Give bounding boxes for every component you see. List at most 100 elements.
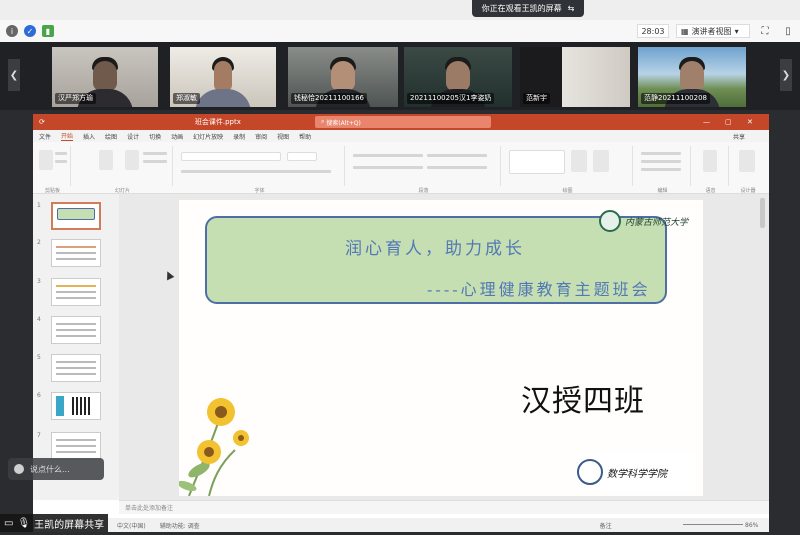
ribbon-label: 设计器 (740, 188, 756, 194)
share-button[interactable]: 共享 (733, 132, 745, 141)
status-accessibility[interactable]: 辅助功能: 调查 (160, 521, 200, 530)
participant-tile[interactable]: 汉严郑方瑜 (52, 47, 158, 107)
menu-transitions[interactable]: 切换 (149, 132, 161, 141)
slide-thumbnail-pane: 1 2 3 4 5 6 7 (33, 194, 119, 500)
screen-share-label: ▭ 🎙 王凯的屏幕共享 (0, 514, 109, 532)
ppt-file-name: 班会课件.pptx (194, 118, 241, 126)
view-mode-select[interactable]: ▦ 演讲者视图 ▾ (676, 24, 750, 38)
menu-record[interactable]: 录制 (233, 132, 245, 141)
autosave-label: ⟳ (39, 118, 45, 126)
school-logo: 数学科学学院 (577, 452, 695, 492)
university-seal-icon (599, 210, 621, 232)
class-name-text[interactable]: 汉授四班 (521, 376, 645, 420)
mic-icon: 🎙 (17, 517, 31, 529)
menu-insert[interactable]: 插入 (83, 132, 95, 141)
thumbnail-number: 1 (37, 202, 41, 209)
chat-icon (14, 464, 24, 474)
title-banner[interactable]: 润心育人，助力成长 ----心理健康教育主题班会 (205, 216, 667, 304)
menu-view[interactable]: 视图 (277, 132, 289, 141)
slide-thumbnail[interactable] (51, 202, 101, 230)
thumbnail-number: 3 (37, 278, 41, 285)
participant-tile[interactable]: 范静20211100208 (638, 47, 746, 107)
minimize-icon[interactable]: — (703, 118, 710, 126)
ribbon-group-drawing: 绘图 (503, 146, 633, 194)
menu-animations[interactable]: 动画 (171, 132, 183, 141)
current-slide[interactable]: 润心育人，助力成长 ----心理健康教育主题班会 内蒙古师范大学 汉授四班 数学… (179, 200, 703, 496)
participant-name: 郑淑敏 (173, 93, 200, 104)
university-logo: 内蒙古师范大学 (599, 208, 699, 234)
notes-pane[interactable]: 单击此处添加备注 (119, 500, 769, 514)
ppt-title-bar: ⟳ 班会课件.pptx ⌕ 搜索(Alt+Q) — ▢ ✕ (33, 114, 769, 130)
ribbon-group-paragraph: 段落 (347, 146, 501, 194)
canvas-scrollbar[interactable] (760, 198, 765, 228)
chat-input[interactable]: 说点什么... (8, 458, 104, 480)
fullscreen-icon[interactable]: ⛶ (758, 24, 772, 38)
ppt-search-input[interactable]: ⌕ 搜索(Alt+Q) (315, 116, 491, 128)
slide-thumbnail[interactable] (51, 432, 101, 460)
maximize-icon[interactable]: ▢ (725, 118, 732, 126)
slide-canvas: 润心育人，助力成长 ----心理健康教育主题班会 内蒙古师范大学 汉授四班 数学… (119, 194, 769, 500)
ribbon-label: 剪贴板 (44, 188, 60, 194)
zoom-slider[interactable] (683, 524, 743, 525)
slide-thumbnail[interactable] (51, 392, 101, 420)
participant-name: 范静20211100208 (641, 93, 710, 104)
chevron-left-icon[interactable]: ❮ (8, 59, 20, 91)
slide-thumbnail[interactable] (51, 354, 101, 382)
chat-placeholder: 说点什么... (30, 464, 70, 474)
slide-thumbnail[interactable] (51, 239, 101, 267)
slide-thumbnail[interactable] (51, 316, 101, 344)
thumbnail-number: 5 (37, 354, 41, 361)
thumbnail-number: 2 (37, 239, 41, 246)
sunflower-decoration-icon (179, 398, 249, 496)
ribbon-label: 段落 (418, 188, 429, 194)
ribbon-label: 语音 (705, 188, 716, 194)
ribbon-label: 幻灯片 (114, 188, 130, 194)
menu-home[interactable]: 开始 (61, 131, 74, 141)
participant-tile[interactable]: 20211100205汉1李姿奶 (404, 47, 512, 107)
screen-icon: ▭ (4, 517, 14, 529)
ppt-menu-bar: 文件 开始 插入 绘图 设计 切换 动画 幻灯片放映 录制 审阅 视图 帮助 共… (33, 130, 769, 142)
thumbnail-number: 6 (37, 392, 41, 399)
ribbon-group-designer: 设计器 (731, 146, 765, 194)
participant-tile[interactable]: 钱秘恰20211100166 (288, 47, 398, 107)
ribbon-group-voice: 语音 (693, 146, 729, 194)
ribbon-label: 绘图 (562, 188, 573, 194)
sharing-banner: 你正在观看王凯的屏幕 ⇆ (472, 0, 584, 17)
exit-icon[interactable]: ⇆ (568, 4, 575, 13)
participant-name: 范新宇 (523, 93, 550, 104)
meeting-timer: 28:03 (637, 24, 669, 38)
powerpoint-window: ⟳ 班会课件.pptx ⌕ 搜索(Alt+Q) — ▢ ✕ 文件 开始 插入 绘… (33, 114, 769, 532)
ribbon-label: 编辑 (657, 188, 668, 194)
participant-tile[interactable]: 范新宇 (520, 47, 630, 107)
notes-placeholder: 单击此处添加备注 (125, 505, 174, 512)
chevron-down-icon: ▾ (734, 26, 739, 36)
shield-icon[interactable]: ✓ (24, 25, 36, 37)
menu-help[interactable]: 帮助 (299, 132, 311, 141)
signal-icon[interactable]: ▮ (42, 25, 54, 37)
info-icon[interactable]: i (6, 25, 18, 37)
thumbnail-number: 7 (37, 432, 41, 439)
slide-thumbnail[interactable] (51, 278, 101, 306)
menu-draw[interactable]: 绘图 (105, 132, 117, 141)
shared-screen: ⟳ 班会课件.pptx ⌕ 搜索(Alt+Q) — ▢ ✕ 文件 开始 插入 绘… (0, 110, 800, 535)
sidebar-toggle-icon[interactable]: ▯ (781, 24, 795, 38)
zoom-level[interactable]: 86% (745, 522, 758, 529)
ribbon-group-editing: 编辑 (635, 146, 691, 194)
participant-tile[interactable]: 郑淑敏 (170, 47, 276, 107)
ribbon-label: 字体 (254, 188, 265, 194)
menu-file[interactable]: 文件 (39, 132, 51, 141)
menu-slideshow[interactable]: 幻灯片放映 (193, 132, 223, 141)
ribbon-group-slides: 幻灯片 (73, 146, 173, 194)
status-notes-button[interactable]: 备注 (600, 521, 612, 530)
close-icon[interactable]: ✕ (747, 118, 753, 126)
search-placeholder: 搜索(Alt+Q) (326, 119, 361, 127)
menu-design[interactable]: 设计 (127, 132, 139, 141)
chevron-right-icon[interactable]: ❯ (780, 59, 792, 91)
participant-name: 20211100205汉1李姿奶 (407, 93, 495, 104)
ribbon-group-clipboard: 剪贴板 (35, 146, 71, 194)
ribbon-group-font: 字体 (175, 146, 345, 194)
menu-review[interactable]: 审阅 (255, 132, 267, 141)
slogan-line-2: ----心理健康教育主题班会 (427, 280, 651, 299)
sharer-name: 王凯的屏幕共享 (34, 519, 105, 531)
participant-name: 汉严郑方瑜 (55, 93, 96, 104)
